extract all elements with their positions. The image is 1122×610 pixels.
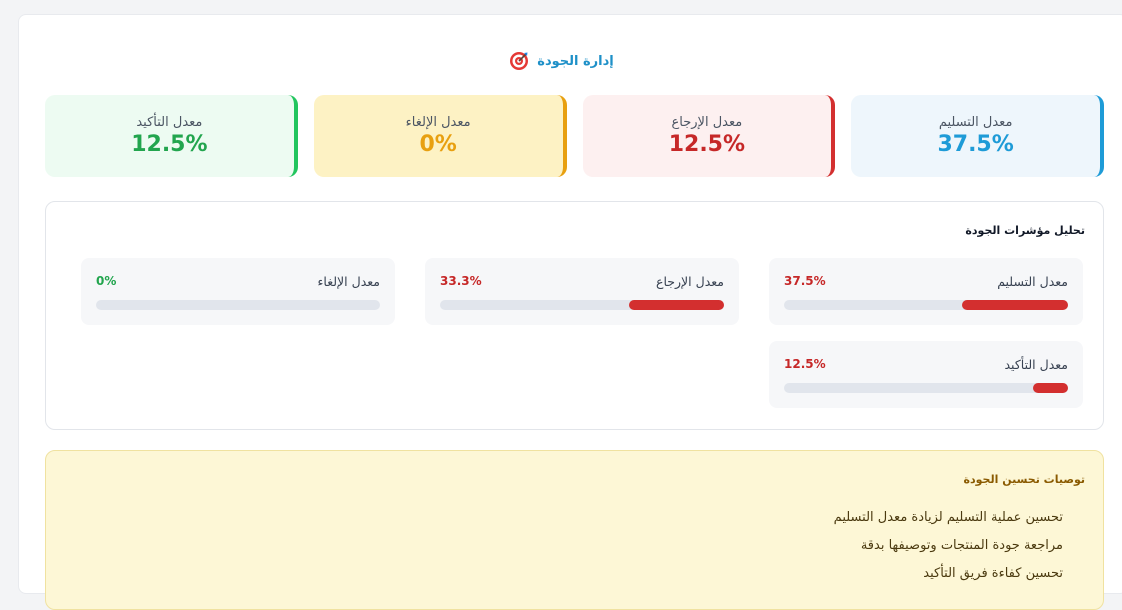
card-label: معدل التسليم [938, 115, 1013, 130]
card-label: معدل الإرجاع [671, 115, 743, 130]
metric-value: 33.3% [440, 274, 482, 288]
progress-fill [1032, 383, 1068, 393]
card-label: معدل الإلغاء [405, 115, 471, 130]
page-title-text: إدارة الجودة [537, 53, 614, 69]
progress-track [96, 300, 380, 310]
list-item: تحسين عملية التسليم لزيادة معدل التسليم [833, 510, 1063, 525]
page-title: إدارة الجودة [19, 51, 1104, 71]
list-item: مراجعة جودة المنتجات وتوصيفها بدقة [860, 538, 1063, 553]
recommendations-section: توصيات تحسين الجودة تحسين عملية التسليم … [45, 450, 1104, 610]
card-label: معدل التأكيد [136, 115, 203, 130]
recommendations-list: تحسين عملية التسليم لزيادة معدل التسليم … [834, 509, 1063, 593]
card-value: 0% [419, 132, 457, 157]
card-value: 37.5% [937, 132, 1014, 157]
list-item: تحسين كفاءة فريق التأكيد [923, 566, 1063, 581]
summary-cards: معدل التسليم 37.5% معدل الإرجاع 12.5% مع… [45, 95, 1104, 177]
metric-label: معدل التأكيد [1004, 357, 1069, 372]
progress-track [784, 300, 1068, 310]
metric-delivery-rate: معدل التسليم 37.5% [769, 258, 1083, 325]
progress-track [784, 383, 1068, 393]
metric-label: معدل الإلغاء [317, 274, 380, 289]
metric-value: 12.5% [784, 357, 826, 371]
metric-return-rate: معدل الإرجاع 33.3% [425, 258, 739, 325]
target-icon [510, 52, 529, 70]
card-cancel-rate: معدل الإلغاء 0% [313, 95, 567, 177]
card-return-rate: معدل الإرجاع 12.5% [582, 95, 836, 177]
card-confirm-rate: معدل التأكيد 12.5% [45, 95, 298, 177]
metric-value: 37.5% [784, 274, 826, 288]
quality-analysis-section: تحليل مؤشرات الجودة معدل التسليم 37.5% م… [45, 201, 1104, 430]
card-delivery-rate: معدل التسليم 37.5% [851, 95, 1104, 177]
metric-label: معدل الإرجاع [656, 274, 724, 289]
progress-track [440, 300, 724, 310]
metric-label: معدل التسليم [997, 274, 1068, 289]
card-value: 12.5% [668, 132, 746, 157]
quality-panel: إدارة الجودة معدل التسليم 37.5% معدل الإ… [18, 14, 1122, 610]
progress-fill [629, 300, 724, 310]
recommendations-title: توصيات تحسين الجودة [963, 473, 1086, 486]
progress-fill [961, 300, 1068, 310]
metric-value: 0% [96, 274, 117, 288]
section-title: تحليل مؤشرات الجودة [965, 224, 1085, 237]
metric-cancel-rate: معدل الإلغاء 0% [81, 258, 395, 325]
card-value: 12.5% [131, 132, 208, 157]
metric-confirm-rate: معدل التأكيد 12.5% [769, 341, 1083, 408]
